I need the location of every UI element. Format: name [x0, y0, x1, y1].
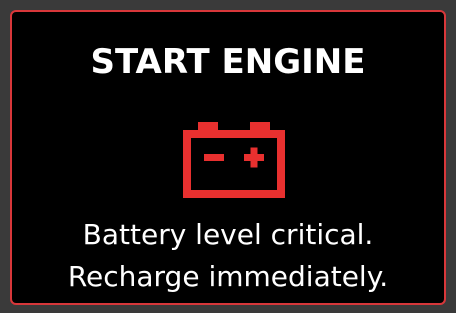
warning-message-line2: Recharge immediately. [67, 260, 389, 293]
warning-message-line1: Battery level critical. [82, 218, 374, 251]
display-frame: START ENGINE Battery level critical. Rec… [0, 0, 456, 313]
battery-icon [183, 122, 285, 198]
warning-title: START ENGINE [90, 42, 366, 82]
warning-panel: START ENGINE Battery level critical. Rec… [10, 10, 446, 305]
